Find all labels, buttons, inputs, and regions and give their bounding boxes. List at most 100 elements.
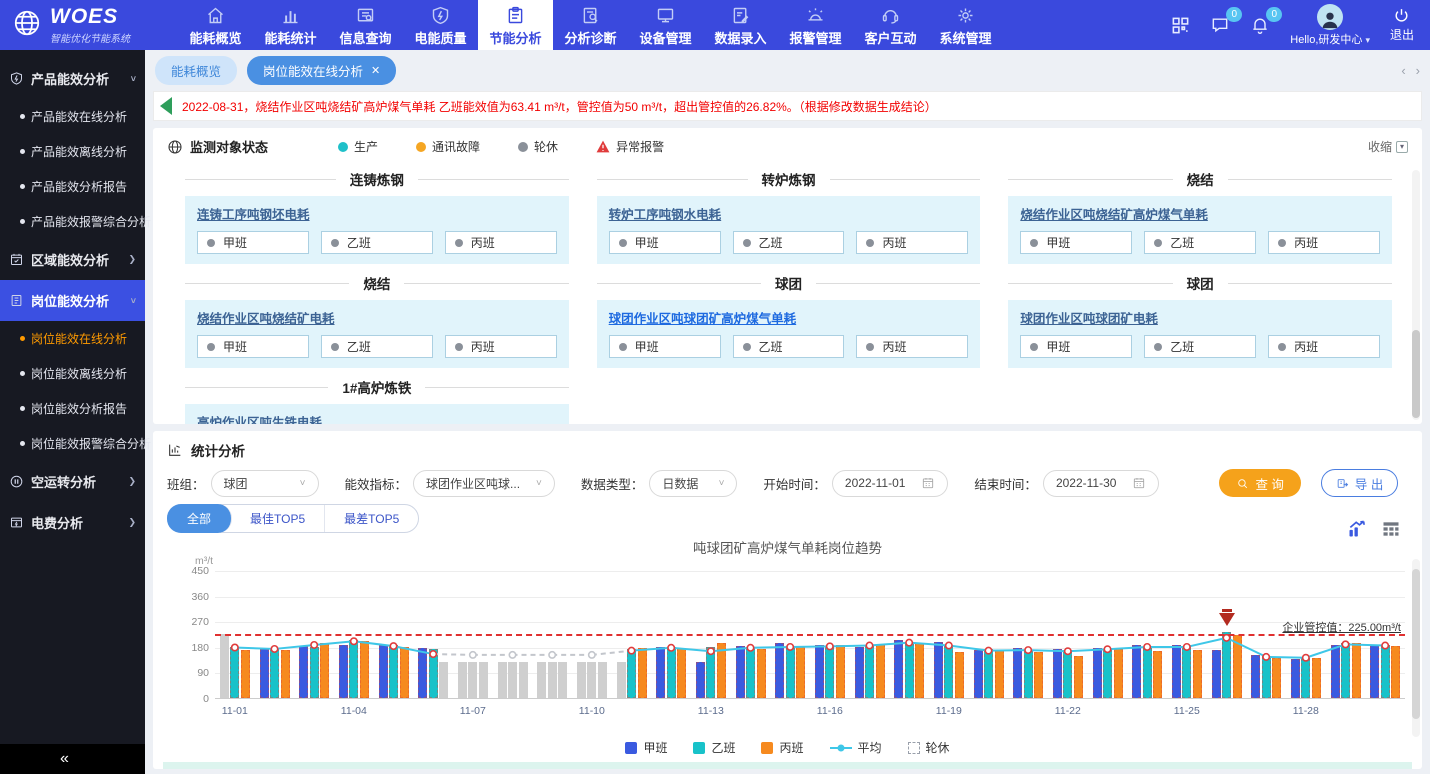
legend-item[interactable]: 丙班 xyxy=(761,739,803,756)
monitor-title: 监测对象状态 xyxy=(190,137,268,156)
date-input-start-date[interactable]: 2022-11-01 xyxy=(832,470,949,497)
view-tab[interactable]: 最差TOP5 xyxy=(325,505,418,532)
sidebar-item-region-analysis[interactable]: 区域能效分析❯ xyxy=(0,239,145,280)
nav-item-device-mgmt[interactable]: 设备管理 xyxy=(628,0,703,50)
shift-button-3[interactable]: 丙班 xyxy=(445,231,557,254)
globe-status-icon xyxy=(167,139,183,155)
group-title: 1#高炉炼铁 xyxy=(342,377,411,397)
chart-view-toggle-icon[interactable] xyxy=(1346,519,1368,539)
sidebar-item-post-analysis[interactable]: 岗位能效分析˅ xyxy=(0,280,145,321)
notifications-bell-icon[interactable]: 0 xyxy=(1250,15,1270,35)
sidebar-subitem[interactable]: 岗位能效报警综合分析 xyxy=(0,426,145,461)
nav-item-energy-analysis[interactable]: 节能分析 xyxy=(478,0,553,50)
shift-button-3[interactable]: 丙班 xyxy=(445,335,557,358)
page-tab[interactable]: 能耗概览 xyxy=(155,56,237,85)
nav-item-system-mgmt[interactable]: 系统管理 xyxy=(928,0,1003,50)
kpi-card-link[interactable]: 球团作业区吨球团矿高炉煤气单耗 xyxy=(609,308,797,327)
shift-button-3[interactable]: 丙班 xyxy=(1268,335,1380,358)
nav-item-info-query[interactable]: 信息查询 xyxy=(328,0,403,50)
status-legend-item: 通讯故障 xyxy=(416,138,480,155)
kpi-card-link[interactable]: 转炉工序吨钢水电耗 xyxy=(609,204,722,223)
select-data-type[interactable]: 日数据˅ xyxy=(649,470,737,497)
shift-button-3[interactable]: 丙班 xyxy=(856,335,968,358)
stats-scrollbar[interactable] xyxy=(1412,559,1420,737)
collapse-panel-button[interactable]: 收缩 ▾ xyxy=(1368,138,1408,155)
nav-item-data-entry[interactable]: 数据录入 xyxy=(703,0,778,50)
shift-label: 丙班 xyxy=(471,234,495,251)
shift-button-2[interactable]: 乙班 xyxy=(733,231,845,254)
calendar-icon xyxy=(1132,476,1146,490)
globe-logo-icon xyxy=(12,8,42,43)
shift-button-1[interactable]: 甲班 xyxy=(197,335,309,358)
nav-item-diagnosis[interactable]: 分析诊断 xyxy=(553,0,628,50)
close-icon[interactable]: ✕ xyxy=(371,64,380,77)
shift-button-2[interactable]: 乙班 xyxy=(1144,335,1256,358)
page-tab[interactable]: 岗位能效在线分析✕ xyxy=(247,56,396,85)
table-view-toggle-icon[interactable] xyxy=(1380,519,1402,539)
monitor-scrollbar-thumb[interactable] xyxy=(1412,330,1420,418)
sidebar-item-product-analysis[interactable]: 产品能效分析˅ xyxy=(0,58,145,99)
messages-icon[interactable]: 0 xyxy=(1210,15,1230,35)
kpi-card-link[interactable]: 高炉作业区吨生铁电耗 xyxy=(197,412,322,424)
query-label: 查 询 xyxy=(1255,474,1283,493)
sidebar-subitem[interactable]: 产品能效离线分析 xyxy=(0,134,145,169)
date-input-end-date[interactable]: 2022-11-30 xyxy=(1043,470,1160,497)
monitor-scrollbar[interactable] xyxy=(1412,170,1420,420)
view-tab[interactable]: 全部 xyxy=(167,504,232,533)
shift-button-2[interactable]: 乙班 xyxy=(1144,231,1256,254)
tab-next-icon[interactable]: › xyxy=(1416,63,1420,78)
shift-button-1[interactable]: 甲班 xyxy=(609,231,721,254)
legend-item[interactable]: 乙班 xyxy=(693,739,735,756)
nav-item-label: 数据录入 xyxy=(714,28,766,47)
sidebar-subitem[interactable]: 产品能效在线分析 xyxy=(0,99,145,134)
nav-item-energy-stats[interactable]: 能耗统计 xyxy=(253,0,328,50)
sidebar-subitem[interactable]: 岗位能效离线分析 xyxy=(0,356,145,391)
shift-button-1[interactable]: 甲班 xyxy=(1020,335,1132,358)
legend-item[interactable]: 甲班 xyxy=(625,739,667,756)
shift-button-1[interactable]: 甲班 xyxy=(609,335,721,358)
shift-button-3[interactable]: 丙班 xyxy=(856,231,968,254)
shift-button-1[interactable]: 甲班 xyxy=(197,231,309,254)
legend-item-average[interactable]: 平均 xyxy=(830,739,882,756)
rest-status-dot-icon xyxy=(207,239,215,247)
sidebar-subitem[interactable]: 岗位能效在线分析 xyxy=(0,321,145,356)
tab-prev-icon[interactable]: ‹ xyxy=(1401,63,1405,78)
nav-item-customer[interactable]: 客户互动 xyxy=(853,0,928,50)
view-tab[interactable]: 最佳TOP5 xyxy=(231,505,325,532)
group-title: 转炉炼钢 xyxy=(762,169,816,189)
stats-scrollbar-thumb[interactable] xyxy=(1412,569,1420,719)
shift-button-2[interactable]: 乙班 xyxy=(733,335,845,358)
user-menu[interactable]: Hello,研发中心 ▾ xyxy=(1290,4,1370,47)
shift-button-1[interactable]: 甲班 xyxy=(1020,231,1132,254)
export-icon xyxy=(1336,477,1349,490)
shift-button-3[interactable]: 丙班 xyxy=(1268,231,1380,254)
sidebar-subitem[interactable]: 产品能效分析报告 xyxy=(0,169,145,204)
legend-item-rest[interactable]: 轮休 xyxy=(908,739,950,756)
logout-button[interactable]: 退出 xyxy=(1390,7,1414,43)
qr-code-icon[interactable] xyxy=(1171,16,1190,35)
sidebar-subitem[interactable]: 产品能效报警综合分析 xyxy=(0,204,145,239)
nav-item-power-quality[interactable]: 电能质量 xyxy=(403,0,478,50)
sidebar-item-idle-analysis[interactable]: 空运转分析❯ xyxy=(0,461,145,502)
alert-banner: 2022-08-31，烧结作业区吨烧结矿高炉煤气单耗 乙班能效值为63.41 m… xyxy=(153,91,1422,121)
divider xyxy=(1228,179,1392,180)
sidebar-collapse-button[interactable]: « xyxy=(0,744,145,774)
sidebar-subitem[interactable]: 岗位能效分析报告 xyxy=(0,391,145,426)
shift-button-2[interactable]: 乙班 xyxy=(321,335,433,358)
kpi-card-link[interactable]: 烧结作业区吨烧结矿高炉煤气单耗 xyxy=(1020,204,1208,223)
select-kpi[interactable]: 球团作业区吨球...˅ xyxy=(413,470,555,497)
kpi-card-link[interactable]: 球团作业区吨球团矿电耗 xyxy=(1020,308,1158,327)
sidebar-item-electricity-fee[interactable]: 电费分析❯ xyxy=(0,502,145,543)
nav-item-energy-overview[interactable]: 能耗概览 xyxy=(178,0,253,50)
nav-item-alarm-mgmt[interactable]: 报警管理 xyxy=(778,0,853,50)
kpi-card-link[interactable]: 连铸工序吨钢坯电耗 xyxy=(197,204,310,223)
query-button[interactable]: 查 询 xyxy=(1219,469,1300,497)
shift-button-2[interactable]: 乙班 xyxy=(321,231,433,254)
select-shift-group[interactable]: 球团˅ xyxy=(211,470,319,497)
sidebar-subitem-label: 产品能效离线分析 xyxy=(31,143,127,160)
filter-label: 数据类型： xyxy=(581,474,644,493)
region-icon xyxy=(9,252,24,267)
shift-label: 乙班 xyxy=(759,338,783,355)
export-button[interactable]: 导 出 xyxy=(1321,469,1398,497)
kpi-card-link[interactable]: 烧结作业区吨烧结矿电耗 xyxy=(197,308,335,327)
